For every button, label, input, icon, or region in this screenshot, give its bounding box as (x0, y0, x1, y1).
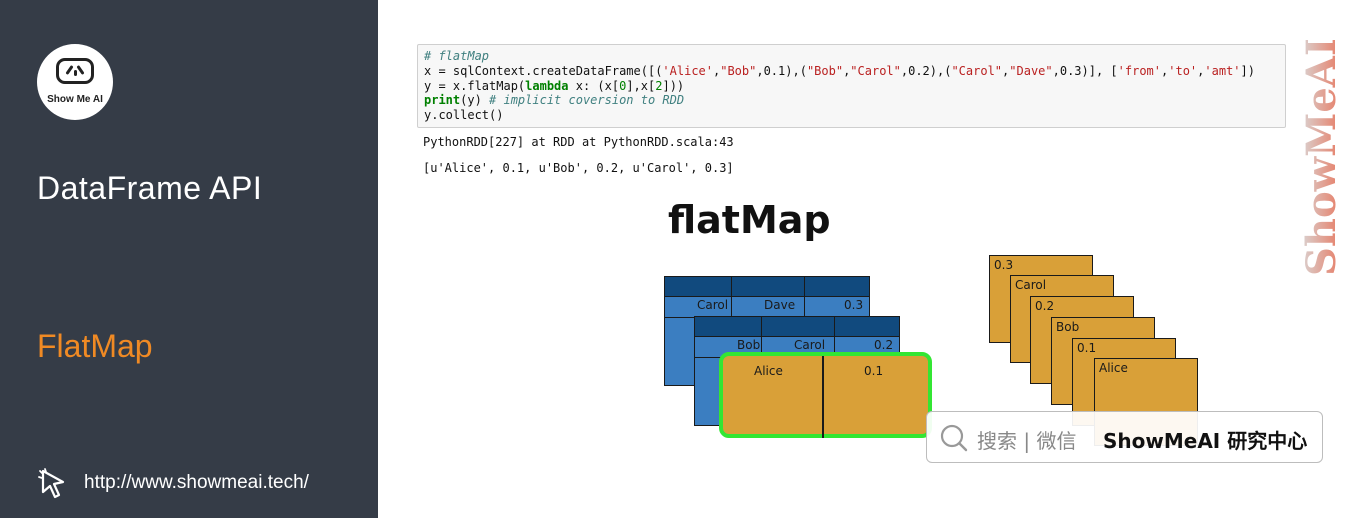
code-cell[interactable]: # flatMap x = sqlContext.createDataFrame… (417, 44, 1286, 128)
cell-name: Alice (754, 364, 783, 378)
code-line-5: y.collect() (424, 108, 504, 123)
cell-to: Carol (794, 338, 826, 352)
code-line-3: y = x.flatMap(lambda x: (x[0],x[2])) (424, 78, 685, 93)
page-title: DataFrame API (37, 170, 263, 206)
showmeai-watermark: ShowMeAI (1298, 40, 1345, 276)
website-link[interactable]: http://www.showmeai.tech/ (84, 472, 309, 494)
cell-amt: 0.2 (874, 338, 894, 352)
search-icon (940, 424, 968, 452)
section-title: FlatMap (37, 328, 153, 364)
cell-from: Carol (697, 298, 729, 312)
code-line-2: x = sqlContext.createDataFrame([('Alice'… (424, 63, 1255, 78)
output-line-1: PythonRDD[227] at RDD at PythonRDD.scala… (423, 135, 734, 149)
cursor-click-icon (38, 468, 65, 499)
selected-row-highlight: Alice 0.1 (719, 352, 932, 438)
cell-from: Bob (737, 338, 761, 352)
wechat-search-bar[interactable]: 搜索 | 微信 ShowMeAI 研究中心 (926, 411, 1323, 463)
diagram-title: flatMap (668, 198, 831, 242)
search-brand: ShowMeAI 研究中心 (1103, 429, 1308, 453)
cell-value: 0.1 (864, 364, 884, 378)
search-label: 搜索 | 微信 (977, 429, 1077, 453)
sidebar: Show Me AI DataFrame API FlatMap http://… (0, 0, 378, 518)
cell-amt: 0.3 (844, 298, 864, 312)
cell-to: Dave (764, 298, 796, 312)
showmeai-logo: Show Me AI (37, 44, 113, 120)
watermark-text: ShowMeAI (1298, 40, 1345, 276)
logo-text: Show Me AI (47, 94, 103, 105)
code-line-1: # flatMap (424, 49, 490, 63)
robot-face-icon (56, 58, 94, 84)
code-line-4: print(y) # implicit coversion to RDD (424, 93, 685, 108)
output-line-2: [u'Alice', 0.1, u'Bob', 0.2, u'Carol', 0… (423, 161, 734, 175)
